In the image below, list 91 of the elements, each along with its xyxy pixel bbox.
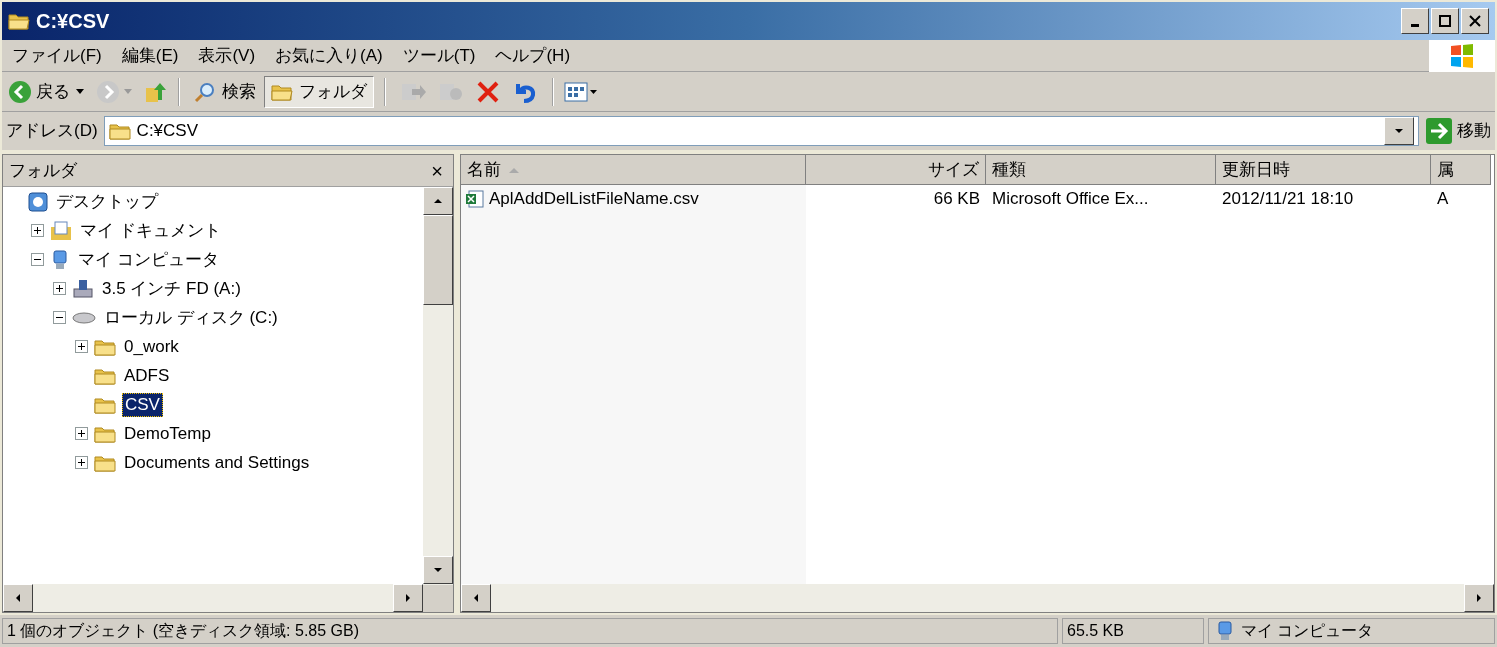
expand-toggle[interactable] bbox=[31, 224, 44, 237]
search-button[interactable]: 検索 bbox=[190, 78, 260, 105]
minimize-icon bbox=[1411, 23, 1419, 27]
folder-icon bbox=[108, 122, 131, 140]
tree-item[interactable]: 0_work bbox=[122, 335, 181, 358]
table-cell-text: 2012/11/21 18:10 bbox=[1221, 188, 1355, 211]
right-arrow-icon bbox=[1475, 593, 1483, 603]
column-header[interactable]: 種類 bbox=[986, 155, 1216, 185]
window-title: C:¥CSV bbox=[36, 9, 110, 34]
views-icon[interactable] bbox=[564, 80, 598, 103]
close-icon bbox=[1468, 14, 1482, 28]
status-size: 65.5 KB bbox=[1062, 618, 1204, 644]
folder-icon bbox=[94, 337, 116, 356]
dropdown-button[interactable] bbox=[1384, 117, 1414, 145]
folder-icon bbox=[8, 12, 30, 30]
tree-item[interactable]: CSV bbox=[122, 392, 163, 417]
desktop-icon bbox=[28, 191, 48, 212]
tree-item[interactable]: Documents and Settings bbox=[122, 451, 312, 474]
scroll-left-button[interactable] bbox=[461, 584, 491, 612]
folder-icon bbox=[94, 424, 116, 443]
menu-item[interactable]: ヘルプ(H) bbox=[485, 42, 581, 69]
column-header[interactable]: サイズ bbox=[806, 155, 986, 185]
disk-drive-icon bbox=[72, 310, 96, 325]
table-cell-text: Microsoft Office Ex... bbox=[991, 188, 1150, 211]
menu-item[interactable]: お気に入り(A) bbox=[265, 42, 393, 69]
scrollbar-corner bbox=[423, 584, 453, 612]
expand-toggle[interactable] bbox=[53, 282, 66, 295]
down-arrow-icon bbox=[1395, 126, 1403, 136]
collapse-toggle[interactable] bbox=[31, 253, 44, 266]
folder-icon bbox=[94, 395, 116, 414]
column-header[interactable]: 名前 bbox=[461, 155, 806, 185]
computer-icon bbox=[50, 249, 70, 270]
spreadsheet-file-icon bbox=[465, 189, 485, 209]
scroll-down-button[interactable] bbox=[423, 556, 453, 584]
close-button[interactable] bbox=[1461, 8, 1489, 34]
scroll-right-button[interactable] bbox=[393, 584, 423, 612]
tree-item[interactable]: ADFS bbox=[122, 364, 172, 387]
scroll-up-button[interactable] bbox=[423, 187, 453, 215]
right-arrow-icon bbox=[404, 593, 412, 603]
minimize-button[interactable] bbox=[1401, 8, 1429, 34]
pane-title: フォルダ bbox=[9, 159, 77, 182]
expand-toggle[interactable] bbox=[75, 456, 88, 469]
documents-icon bbox=[50, 220, 72, 241]
down-arrow-icon bbox=[434, 565, 442, 575]
horizontal-scrollbar[interactable] bbox=[3, 584, 453, 612]
floppy-drive-icon bbox=[72, 278, 94, 299]
dropdown-caret-icon[interactable] bbox=[76, 88, 84, 95]
maximize-button[interactable] bbox=[1431, 8, 1459, 34]
folder-icon bbox=[94, 366, 116, 385]
tree-item[interactable]: 3.5 インチ FD (A:) bbox=[100, 277, 243, 300]
left-arrow-icon bbox=[14, 593, 22, 603]
scroll-left-button[interactable] bbox=[3, 584, 33, 612]
windows-logo-icon bbox=[1448, 41, 1476, 70]
tree-item[interactable]: マイ コンピュータ bbox=[76, 248, 221, 271]
menu-item[interactable]: 表示(V) bbox=[188, 42, 266, 69]
tree-item[interactable]: ローカル ディスク (C:) bbox=[102, 306, 280, 329]
search-icon bbox=[194, 80, 216, 103]
column-header[interactable]: 更新日時 bbox=[1216, 155, 1431, 185]
close-button[interactable]: × bbox=[427, 160, 447, 181]
collapse-toggle[interactable] bbox=[53, 311, 66, 324]
address-value: C:¥CSV bbox=[136, 120, 199, 143]
folders-button[interactable]: フォルダ bbox=[264, 75, 374, 108]
zone-label: マイ コンピュータ bbox=[1241, 621, 1374, 641]
folder-icon bbox=[94, 453, 116, 472]
table-cell-text: 66 KB bbox=[932, 188, 981, 211]
expand-toggle[interactable] bbox=[75, 340, 88, 353]
scroll-thumb[interactable] bbox=[423, 215, 453, 305]
menu-item[interactable]: 編集(E) bbox=[111, 42, 189, 69]
address-field[interactable]: C:¥CSV bbox=[103, 116, 1419, 146]
maximize-icon bbox=[1438, 14, 1452, 28]
column-header[interactable]: 属 bbox=[1431, 155, 1491, 185]
status-text: 1 個のオブジェクト (空きディスク領域: 5.85 GB) bbox=[2, 618, 1058, 644]
back-button[interactable]: 戻る bbox=[6, 78, 72, 105]
left-arrow-icon bbox=[472, 593, 480, 603]
computer-icon bbox=[1215, 621, 1235, 641]
vertical-scrollbar[interactable] bbox=[423, 187, 453, 584]
table-cell-text: A bbox=[1436, 188, 1449, 211]
tree-item[interactable]: DemoTemp bbox=[122, 422, 213, 445]
expand-toggle[interactable] bbox=[75, 427, 88, 440]
file-name[interactable]: AplAddDelListFileName.csv bbox=[489, 186, 699, 212]
horizontal-scrollbar[interactable] bbox=[461, 584, 1494, 612]
menu-item[interactable]: ツール(T) bbox=[392, 42, 486, 69]
folder-icon bbox=[271, 82, 293, 101]
menu-item[interactable]: ファイル(F) bbox=[2, 42, 112, 69]
delete-icon[interactable] bbox=[476, 79, 500, 104]
tree-item[interactable]: デスクトップ bbox=[54, 190, 160, 213]
go-button[interactable]: 移動 bbox=[1425, 117, 1491, 145]
scroll-right-button[interactable] bbox=[1464, 584, 1494, 612]
tree-item[interactable]: マイ ドキュメント bbox=[78, 219, 223, 242]
address-label: アドレス(D) bbox=[6, 120, 98, 143]
up-arrow-icon bbox=[434, 196, 442, 206]
